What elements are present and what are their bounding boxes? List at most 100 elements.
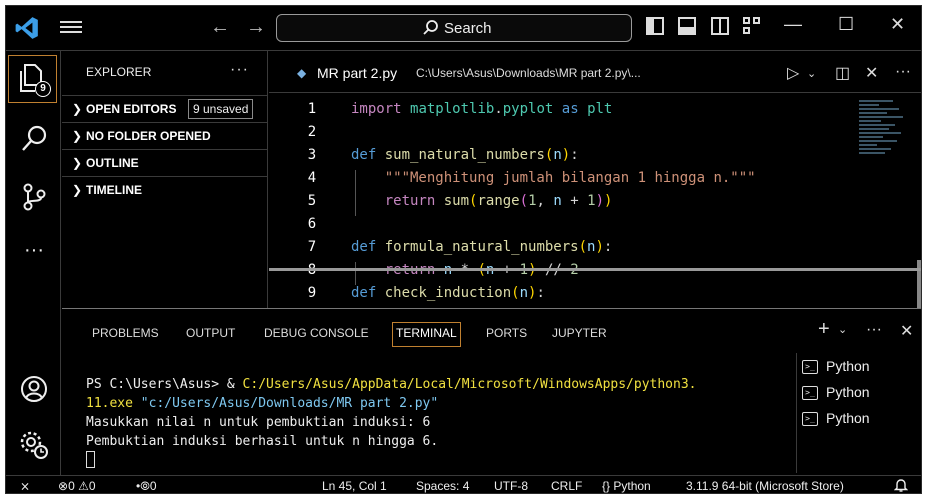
terminal-command-arg: "c:/Users/Asus/Downloads/MR part 2.py" xyxy=(132,396,439,411)
code-line: def sum_natural_numbers(n): xyxy=(351,147,579,163)
chevron-right-icon: ❯ xyxy=(72,183,83,197)
tab-ports[interactable]: PORTS xyxy=(486,326,527,340)
status-bar: ⨯ ⊗0 ⚠0 •⦾0 Ln 45, Col 1 Spaces: 4 UTF-8… xyxy=(6,475,921,493)
close-editor-icon[interactable]: ✕ xyxy=(865,63,878,83)
manage-gear-icon[interactable] xyxy=(18,429,50,461)
sidebar-title: EXPLORER xyxy=(86,65,152,79)
explorer-sidebar: EXPLORER ··· ❯ OPEN EDITORS 9 unsaved ❯ … xyxy=(62,51,268,308)
braces-icon: {} xyxy=(602,479,611,493)
section-timeline[interactable]: ❯ TIMELINE xyxy=(62,176,267,203)
terminal-name: Python xyxy=(826,358,870,374)
search-activity-icon[interactable] xyxy=(18,123,50,155)
sidebar-more-icon[interactable]: ··· xyxy=(230,61,249,79)
language-mode[interactable]: {} Python xyxy=(602,479,651,493)
terminal-name: Python xyxy=(826,410,870,426)
tab-output[interactable]: OUTPUT xyxy=(186,326,235,340)
line-number: 1 xyxy=(307,101,317,117)
section-open-editors[interactable]: ❯ OPEN EDITORS 9 unsaved xyxy=(62,95,267,122)
python-file-icon: ◆ xyxy=(297,66,307,80)
terminal-cursor xyxy=(86,451,95,468)
line-number: 5 xyxy=(307,193,317,209)
section-label: OPEN EDITORS xyxy=(86,102,177,116)
code-line: def formula_natural_numbers(n): xyxy=(351,239,613,255)
command-center-search[interactable]: Search xyxy=(276,14,632,42)
python-interpreter[interactable]: 3.11.9 64-bit (Microsoft Store) xyxy=(686,479,844,493)
accounts-icon[interactable] xyxy=(18,373,50,405)
minimize-button[interactable]: — xyxy=(784,14,802,35)
horizontal-scrollbar[interactable] xyxy=(269,268,921,271)
section-label: TIMELINE xyxy=(86,183,142,197)
warning-count: 0 xyxy=(88,479,96,493)
language-label: Python xyxy=(613,479,651,493)
line-number: 6 xyxy=(307,216,317,232)
section-no-folder[interactable]: ❯ NO FOLDER OPENED xyxy=(62,122,267,149)
code-line: import matplotlib.pyplot as plt xyxy=(351,101,613,117)
code-line: return sum(range(1, n + 1)) xyxy=(384,193,613,209)
close-window-button[interactable]: ✕ xyxy=(890,14,905,35)
terminal-output-line: Masukkan nilai n untuk pembuktian induks… xyxy=(86,415,431,430)
close-panel-button[interactable]: ✕ xyxy=(900,321,913,341)
terminal-instance[interactable]: >_ Python xyxy=(802,409,912,433)
warning-icon: ⚠ xyxy=(78,479,89,493)
maximize-button[interactable]: ☐ xyxy=(838,14,854,35)
code-line: """Menghitung jumlah bilangan 1 hingga n… xyxy=(384,170,756,186)
toggle-secondary-sidebar-icon[interactable] xyxy=(710,17,729,35)
tab-debug-console[interactable]: DEBUG CONSOLE xyxy=(264,326,369,340)
line-number: 2 xyxy=(307,124,317,140)
terminal-dropdown-icon[interactable]: ⌄ xyxy=(838,323,847,336)
section-label: NO FOLDER OPENED xyxy=(86,129,211,143)
line-ending[interactable]: CRLF xyxy=(551,479,582,493)
search-label: Search xyxy=(444,20,492,37)
split-editor-icon[interactable]: ◫ xyxy=(835,63,850,83)
back-arrow-icon[interactable]: ← xyxy=(210,16,246,38)
indentation[interactable]: Spaces: 4 xyxy=(416,479,469,493)
tab-terminal[interactable]: TERMINAL xyxy=(392,322,461,347)
menu-icon[interactable] xyxy=(60,18,82,38)
line-number: 9 xyxy=(307,285,317,301)
terminal-icon: >_ xyxy=(802,412,818,426)
notifications-bell-icon[interactable] xyxy=(894,478,908,493)
section-outline[interactable]: ❯ OUTLINE xyxy=(62,149,267,176)
terminal-command-cont: 11.exe xyxy=(86,396,133,411)
toggle-primary-sidebar-icon[interactable] xyxy=(646,17,664,35)
terminal-icon: >_ xyxy=(802,360,818,374)
unsaved-badge: 9 unsaved xyxy=(188,99,254,119)
tab-problems[interactable]: PROBLEMS xyxy=(92,326,159,340)
run-dropdown-icon[interactable]: ⌄ xyxy=(807,67,816,80)
ports-status[interactable]: •⦾0 xyxy=(136,479,157,493)
explorer-activity-button[interactable]: 9 xyxy=(8,55,57,103)
problems-status[interactable]: ⊗0 ⚠0 xyxy=(58,479,96,493)
line-number: 3 xyxy=(307,147,317,163)
encoding[interactable]: UTF-8 xyxy=(494,479,528,493)
editor-more-icon[interactable]: ··· xyxy=(895,63,911,81)
remote-indicator-icon[interactable]: ⨯ xyxy=(20,479,30,493)
code-editor[interactable]: 1 2 3 4 5 6 7 8 9 10 import matplotlib.p… xyxy=(269,94,921,308)
broadcast-icon: •⦾ xyxy=(136,479,150,493)
minimap[interactable] xyxy=(859,98,907,178)
ports-count: 0 xyxy=(149,479,157,493)
explorer-badge: 9 xyxy=(35,81,51,97)
title-bar: ←→ Search — ☐ ✕ xyxy=(6,6,921,51)
panel-more-icon[interactable]: ··· xyxy=(866,321,882,339)
cursor-position[interactable]: Ln 45, Col 1 xyxy=(322,479,387,493)
source-control-icon[interactable] xyxy=(18,181,50,213)
vscode-window: ←→ Search — ☐ ✕ 9 ··· EXPLORER ··· ❯ OPE… xyxy=(5,5,922,494)
bottom-panel: PROBLEMS OUTPUT DEBUG CONSOLE TERMINAL P… xyxy=(62,308,921,475)
error-icon: ⊗ xyxy=(58,479,69,493)
section-label: OUTLINE xyxy=(86,156,139,170)
customize-layout-icon[interactable] xyxy=(743,17,761,35)
tab-jupyter[interactable]: JUPYTER xyxy=(552,326,607,340)
error-count: 0 xyxy=(68,479,75,493)
toggle-panel-icon[interactable] xyxy=(678,17,697,35)
terminal-icon: >_ xyxy=(802,386,818,400)
new-terminal-button[interactable]: + xyxy=(818,318,830,341)
terminal-name: Python xyxy=(826,384,870,400)
tab-filename[interactable]: MR part 2.py xyxy=(317,65,397,81)
more-views-icon[interactable]: ··· xyxy=(18,239,50,271)
run-python-icon[interactable]: ▷ xyxy=(787,63,799,83)
vscode-logo-icon[interactable] xyxy=(14,15,40,41)
terminal-instance[interactable]: >_ Python xyxy=(802,383,912,407)
terminal-instance[interactable]: >_ Python xyxy=(802,357,912,381)
terminal-output[interactable]: PS C:\Users\Asus> & C:/Users/Asus/AppDat… xyxy=(86,375,697,471)
terminal-command: C:/Users/Asus/AppData/Local/Microsoft/Wi… xyxy=(242,377,697,392)
